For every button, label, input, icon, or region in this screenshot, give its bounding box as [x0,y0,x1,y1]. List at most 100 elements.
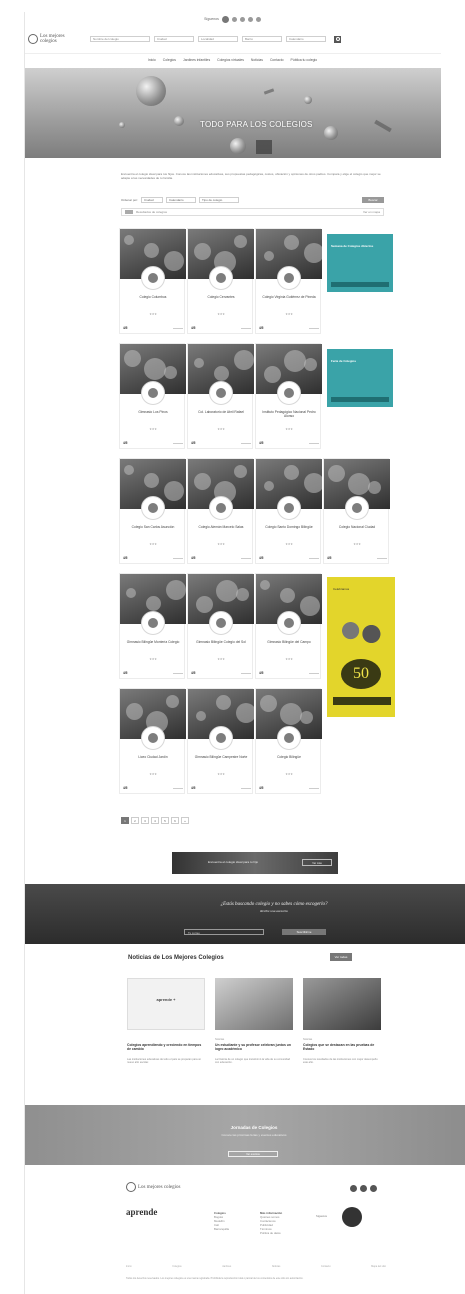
filter-type-select[interactable]: Tipo de colegio [199,197,240,203]
promo-banner-button[interactable]: Ver más [302,859,332,866]
teal-ad-banner[interactable]: Semana de Colegios Abiertos [327,234,393,292]
footer-brand[interactable]: aprende [126,1207,157,1217]
facebook-icon[interactable] [350,1185,357,1192]
school-card[interactable]: Gimnasio Bilingüe del Campo ★★★ 4/5 [255,573,322,679]
instagram-icon[interactable] [370,1185,377,1192]
school-card[interactable]: Colegio Santo Domingo Bilingüe ★★★ 4/5 [255,458,322,564]
school-card[interactable]: Liceo Ciudad Jardín ★★★ 4/5 [119,688,186,794]
filter-city-select[interactable]: Ciudad [141,197,164,203]
footer-link[interactable]: Barranquilla [214,1227,229,1231]
school-card[interactable]: Colegio Cervantes ★★★ 4/5 [187,228,254,334]
nav-item-contacto[interactable]: Contacto [270,58,284,62]
footer-badge-icon[interactable] [342,1207,362,1227]
news-headline[interactable]: Un estudiante y su profesor celebran jun… [215,1043,291,1051]
footer-logo[interactable]: Los mejores colegios [126,1182,181,1192]
footer-bottom-link[interactable]: Colegios [172,1265,181,1268]
school-name[interactable]: Colegio San Carlos Asunción [124,525,182,529]
school-card[interactable]: Colegio Columbus ★★★ 4/5 [119,228,186,334]
footer-link[interactable]: Política de datos [260,1231,282,1235]
school-crest-icon [141,496,165,520]
school-name[interactable]: Gimnasio Bilingüe Colegio del Sol [192,640,250,644]
school-card[interactable]: Colegio Bilingüe ★★★ 4/5 [255,688,322,794]
map-view-link[interactable]: Ver en mapa [363,210,380,214]
school-card[interactable]: Gimnasio Los Pinos ★★★ 4/5 [119,343,186,449]
teal-ad-banner[interactable]: Feria de Colegios [327,349,393,407]
page-link[interactable]: 3 [141,817,149,824]
events-button[interactable]: Ver eventos [228,1151,278,1157]
promo-banner[interactable]: Encuentra el colegio ideal para tu hijo … [172,852,338,874]
school-card[interactable]: Colegio Virginia Gutiérrez de Pineda ★★★ 4… [255,228,322,334]
school-card[interactable]: Colegio Nacional Ciudad ★★★ 4/5 [323,458,390,564]
school-name[interactable]: Gimnasio Los Pinos [124,410,182,414]
school-card[interactable]: Col. Laboratorio de Abril Rafael ★★★ 4/5 [187,343,254,449]
page-link[interactable]: 4 [151,817,159,824]
search-locality-select[interactable]: Localidad [198,36,238,42]
nav-item-inicio[interactable]: Inicio [148,58,156,62]
news-all-button[interactable]: Ver todas [330,953,352,961]
school-score: 4/5 [191,441,196,445]
school-name[interactable]: Colegio Columbus [124,295,182,299]
school-name[interactable]: Gimnasio Bilingüe Campestre Norte [192,755,250,759]
instagram-icon[interactable] [239,16,245,22]
news-card[interactable]: Noticias Colegios que se destacan en las… [303,978,381,1098]
news-card[interactable]: Noticias Un estudiante y su profesor cel… [215,978,293,1098]
yellow-ad-banner[interactable]: Celebramos 50 [327,577,395,717]
page-link[interactable]: 5 [161,817,169,824]
page-link[interactable]: 6 [171,817,179,824]
page-link[interactable]: 2 [131,817,139,824]
school-name[interactable]: Colegio Alemán Marcelo Salas [192,525,250,529]
search-city-select[interactable]: Ciudad [154,36,194,42]
news-headline[interactable]: Colegios que se destacan en las pruebas … [303,1043,379,1051]
youtube-icon[interactable] [247,16,253,22]
footer-bottom-link[interactable]: Noticias [272,1265,281,1268]
teal-ad-footer [331,397,389,402]
school-name[interactable]: Colegio Cervantes [192,295,250,299]
filter-calendar-select[interactable]: Calendario [166,197,197,203]
school-name[interactable]: Colegio Virginia Gutiérrez de Pineda [260,295,318,299]
school-name[interactable]: Gimnasio Bilingüe del Campo [260,640,318,644]
subscribe-button[interactable]: Suscribirme [282,929,326,935]
twitter-icon[interactable] [231,16,237,22]
events-subtitle: Conoce las próximas ferias y eventos edu… [221,1133,287,1137]
linkedin-icon[interactable] [255,16,261,22]
site-logo[interactable]: Los mejores colegios [28,32,74,46]
school-name[interactable]: Colegio Nacional Ciudad [328,525,386,529]
school-name[interactable]: Instituto Pedagógico Nacional Pedro Alon… [260,410,318,418]
nav-item-jardines[interactable]: Jardines infantiles [183,58,210,62]
footer-bottom-link[interactable]: Mapa del sitio [371,1265,386,1268]
school-name[interactable]: Gimnasio Bilingüe Montería Colegio [124,640,182,644]
email-input[interactable]: Tu correo [184,929,264,935]
nav-item-virtuales[interactable]: Colegios virtuales [217,58,244,62]
school-name[interactable]: Liceo Ciudad Jardín [124,755,182,759]
school-card[interactable]: Gimnasio Bilingüe Campestre Norte ★★★ 4/5 [187,688,254,794]
nav-item-colegios[interactable]: Colegios [163,58,176,62]
footer-bottom-link[interactable]: Jardines [222,1265,231,1268]
hero-balloon [119,122,125,128]
school-card[interactable]: Colegio San Carlos Asunción ★★★ 4/5 [119,458,186,564]
search-calendar-select[interactable]: Calendario [286,36,326,42]
footer-bottom-link[interactable]: Contacto [321,1265,331,1268]
nav-item-noticias[interactable]: Noticias [251,58,263,62]
news-headline[interactable]: Colegios aprendiendo y creciendo en tiem… [127,1043,203,1051]
search-neighborhood-select[interactable]: Barrio [242,36,282,42]
footer-bottom-link[interactable]: Inicio [126,1265,132,1268]
search-button[interactable] [334,35,341,43]
page-next-link[interactable]: » [181,817,189,824]
school-name[interactable]: Colegio Bilingüe [260,755,318,759]
school-card[interactable]: Colegio Alemán Marcelo Salas ★★★ 4/5 [187,458,254,564]
school-crest-icon [141,726,165,750]
facebook-icon[interactable] [221,15,229,23]
nav-item-publica[interactable]: Pública tu colegio [291,58,318,62]
page-link[interactable]: 1 [121,817,129,824]
twitter-icon[interactable] [360,1185,367,1192]
school-name[interactable]: Colegio Santo Domingo Bilingüe [260,525,318,529]
news-card[interactable]: aprende + Colegios aprendiendo y crecien… [127,978,205,1098]
list-view-icon[interactable] [125,210,133,214]
school-card[interactable]: Gimnasio Bilingüe Montería Colegio ★★★ 4/5 [119,573,186,679]
photo-shape [144,243,159,258]
search-name-input[interactable]: Nombre del colegio [90,36,150,42]
school-name[interactable]: Col. Laboratorio de Abril Rafael [192,410,250,414]
filter-search-button[interactable]: Buscar [362,197,384,203]
school-card[interactable]: Instituto Pedagógico Nacional Pedro Alon… [255,343,322,449]
school-card[interactable]: Gimnasio Bilingüe Colegio del Sol ★★★ 4/5 [187,573,254,679]
